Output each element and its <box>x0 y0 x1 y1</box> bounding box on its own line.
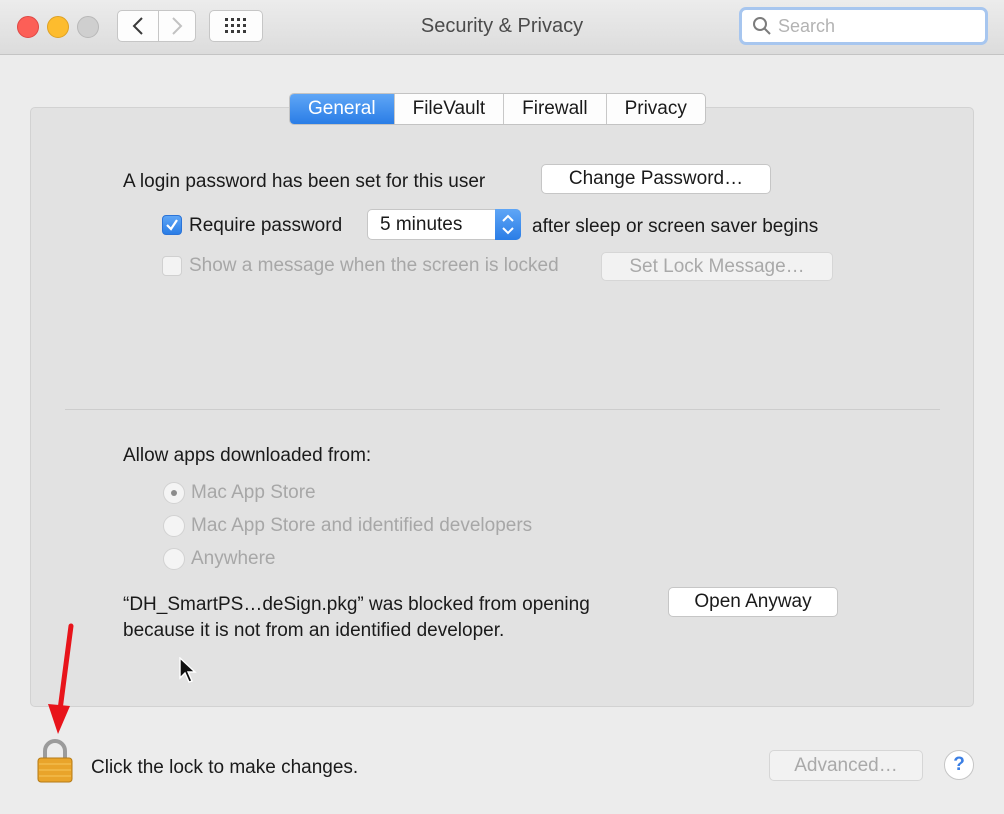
require-password-delay-value: 5 minutes <box>380 214 463 235</box>
require-password-checkbox[interactable] <box>162 215 182 235</box>
radio-mac-app-store[interactable] <box>163 482 185 504</box>
tab-general[interactable]: General <box>290 94 394 124</box>
radio-anywhere[interactable] <box>163 548 185 570</box>
radio-mac-app-store-label: Mac App Store <box>191 482 316 503</box>
after-sleep-text: after sleep or screen saver begins <box>532 216 819 237</box>
search-input[interactable] <box>778 15 978 37</box>
title-bar: Security & Privacy <box>0 0 1004 55</box>
open-anyway-button[interactable]: Open Anyway <box>668 587 838 617</box>
lock-instruction-text: Click the lock to make changes. <box>91 757 359 778</box>
radio-identified-developers[interactable] <box>163 515 185 537</box>
tab-bar: General FileVault Firewall Privacy <box>289 93 706 125</box>
allow-apps-label: Allow apps downloaded from: <box>123 445 372 466</box>
radio-anywhere-label: Anywhere <box>191 548 276 569</box>
login-password-text: A login password has been set for this u… <box>123 171 486 192</box>
advanced-button[interactable]: Advanced… <box>769 750 923 781</box>
annotation-arrow-icon <box>48 623 74 734</box>
checkmark-icon <box>166 219 178 231</box>
select-arrows-icon <box>495 209 521 240</box>
tab-firewall[interactable]: Firewall <box>503 94 605 124</box>
search-field[interactable] <box>739 7 988 45</box>
security-privacy-window: Security & Privacy General FileVault Fir… <box>0 0 1004 814</box>
blocked-message-line2: because it is not from an identified dev… <box>123 620 505 641</box>
mouse-cursor-icon <box>179 657 197 683</box>
section-divider <box>65 409 940 410</box>
radio-identified-developers-label: Mac App Store and identified developers <box>191 515 533 536</box>
search-icon <box>753 17 771 35</box>
show-message-label: Show a message when the screen is locked <box>189 255 559 276</box>
general-pane <box>30 107 974 707</box>
show-message-checkbox[interactable] <box>162 256 182 276</box>
help-button[interactable]: ? <box>944 750 974 780</box>
require-password-delay-select[interactable]: 5 minutes <box>367 209 521 240</box>
set-lock-message-button[interactable]: Set Lock Message… <box>601 252 833 281</box>
tab-privacy[interactable]: Privacy <box>605 94 705 124</box>
blocked-message-line1: “DH_SmartPS…deSign.pkg” was blocked from… <box>123 594 590 615</box>
lock-icon[interactable] <box>37 739 73 783</box>
require-password-label: Require password <box>189 215 343 236</box>
tab-filevault[interactable]: FileVault <box>393 94 504 124</box>
change-password-button[interactable]: Change Password… <box>541 164 771 194</box>
